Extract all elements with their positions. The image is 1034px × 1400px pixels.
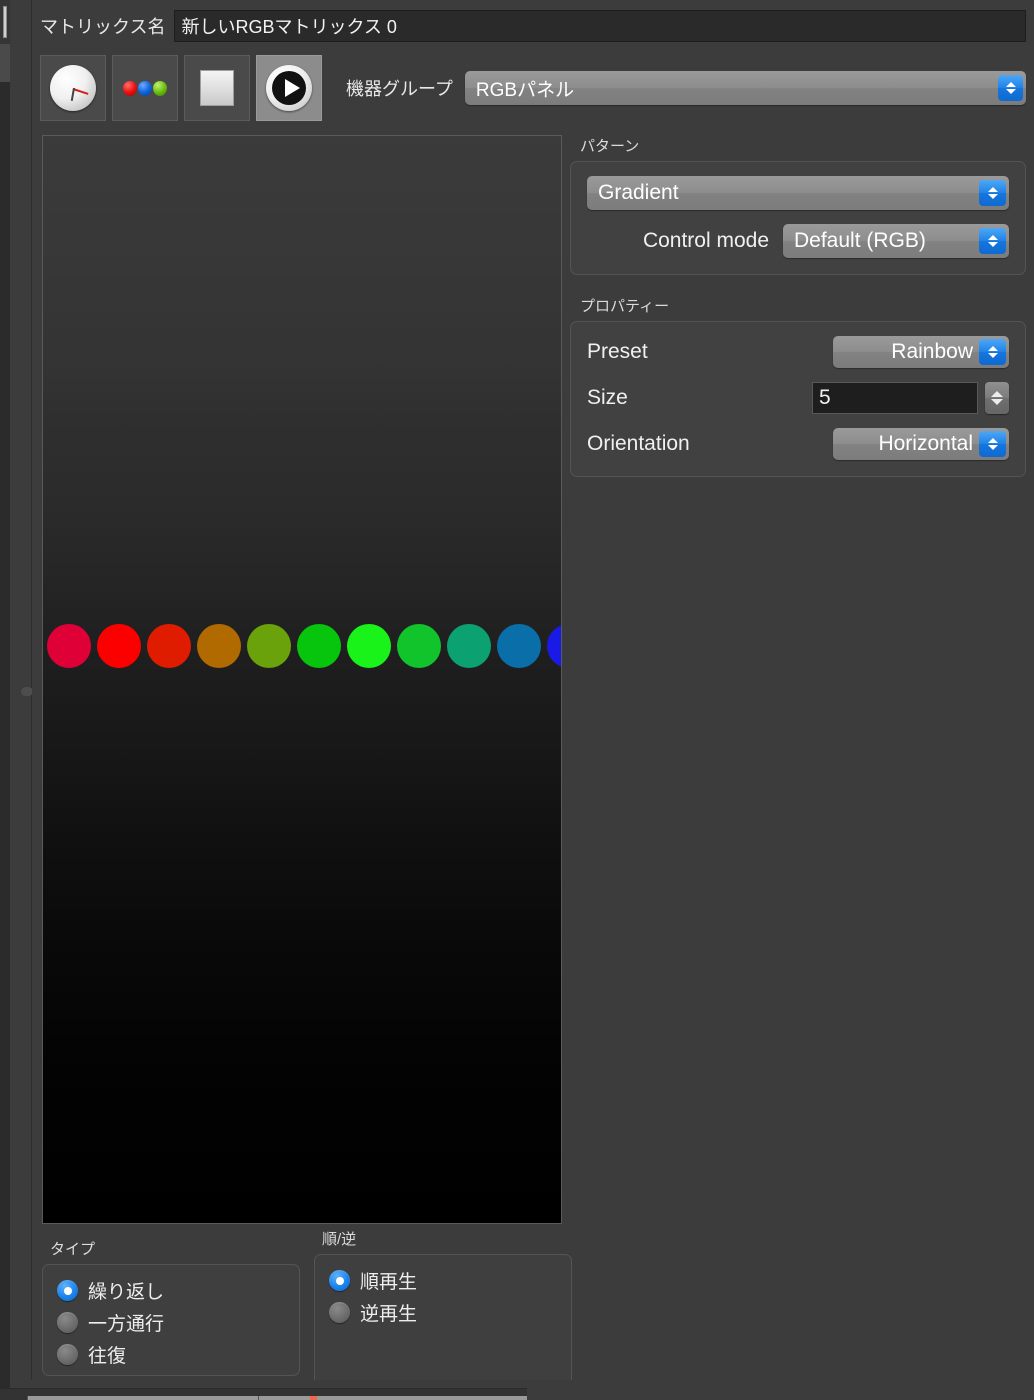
radio-indicator-icon <box>57 1280 78 1301</box>
stepper-down-icon[interactable] <box>991 399 1003 405</box>
clock-icon <box>50 65 96 111</box>
chevron-updown-icon <box>979 228 1006 254</box>
preview-dot <box>147 624 191 668</box>
timeline-divider <box>27 1396 28 1400</box>
orientation-select[interactable]: Horizontal <box>833 428 1009 460</box>
play-icon <box>266 65 312 111</box>
radio-indicator-icon <box>57 1312 78 1333</box>
preview-dot <box>397 624 441 668</box>
radio-type-single-shot[interactable]: 一方通行 <box>57 1309 285 1336</box>
preview-dot <box>347 624 391 668</box>
radio-label: 逆再生 <box>360 1304 418 1325</box>
properties-group-box: Preset Rainbow Size 5 Orientation Horizo… <box>570 321 1026 477</box>
type-group-box: 繰り返し 一方通行 往復 <box>42 1264 300 1376</box>
device-group-label: 機器グループ <box>346 79 453 99</box>
control-mode-label: Control mode <box>642 229 769 252</box>
preset-select[interactable]: Rainbow <box>833 336 1009 368</box>
bottom-timeline-strip <box>0 1380 1034 1400</box>
device-group-select[interactable]: RGBパネル <box>464 71 1026 105</box>
size-stepper[interactable] <box>985 382 1009 414</box>
radio-label: 往復 <box>88 1346 127 1367</box>
preview-dot <box>547 624 561 668</box>
control-mode-row: Control mode Default (RGB) <box>587 224 1009 258</box>
preview-dot <box>197 624 241 668</box>
pattern-group-title: パターン <box>580 138 640 155</box>
stop-square-icon <box>200 70 234 106</box>
editor-pane: マトリックス名 新しいRGBマトリックス 0 機器グループ RGBパネル パター… <box>32 0 1034 1400</box>
control-mode-value: Default (RGB) <box>794 229 926 252</box>
radio-direction-forward[interactable]: 順再生 <box>329 1267 557 1294</box>
matrix-editor-window: マトリックス名 新しいRGBマトリックス 0 機器グループ RGBパネル パター… <box>0 0 1034 1400</box>
radio-indicator-icon <box>329 1270 350 1291</box>
properties-group-title: プロパティー <box>580 298 670 315</box>
radio-direction-backward[interactable]: 逆再生 <box>329 1299 557 1326</box>
preview-dot <box>447 624 491 668</box>
orientation-label: Orientation <box>587 432 690 455</box>
radio-type-loop[interactable]: 繰り返し <box>57 1277 285 1304</box>
timeline-playhead-marker[interactable] <box>310 1396 317 1400</box>
sidebar-tab-stub[interactable] <box>3 6 7 38</box>
playback-options: タイプ 繰り返し 一方通行 往復 順/逆 順再生 逆再生 <box>42 1228 582 1392</box>
chevron-updown-icon <box>979 339 1006 365</box>
chevron-updown-icon <box>979 180 1006 206</box>
matrix-name-row: マトリックス名 新しいRGBマトリックス 0 <box>40 10 1026 42</box>
preview-dot-row <box>47 624 561 668</box>
pattern-group-box: Gradient Control mode Default (RGB) <box>570 161 1026 275</box>
matrix-name-label: マトリックス名 <box>40 17 166 37</box>
radio-indicator-icon <box>329 1302 350 1323</box>
settings-column: パターン Gradient Control mode Default (RGB) <box>570 135 1026 477</box>
radio-type-pingpong[interactable]: 往復 <box>57 1341 285 1368</box>
preview-dot <box>497 624 541 668</box>
rgb-balls-icon <box>122 65 168 111</box>
pattern-value: Gradient <box>598 181 679 204</box>
chevron-updown-icon <box>998 75 1023 101</box>
bottom-chrome-left <box>0 1380 10 1388</box>
preview-dot <box>97 624 141 668</box>
preset-value: Rainbow <box>891 340 973 363</box>
direction-group-box: 順再生 逆再生 <box>314 1254 572 1392</box>
control-mode-select[interactable]: Default (RGB) <box>783 224 1009 258</box>
size-control: 5 <box>812 382 1009 414</box>
direction-group: 順/逆 順再生 逆再生 <box>314 1228 572 1392</box>
timeline-divider <box>258 1396 259 1400</box>
fixture-colors-button[interactable] <box>112 55 178 121</box>
radio-label: 繰り返し <box>88 1282 165 1303</box>
type-group: タイプ 繰り返し 一方通行 往復 <box>42 1238 300 1376</box>
matrix-preview[interactable] <box>42 135 562 1224</box>
matrix-name-input[interactable]: 新しいRGBマトリックス 0 <box>174 10 1026 42</box>
radio-label: 順再生 <box>360 1272 418 1293</box>
pattern-row: Gradient <box>587 176 1009 210</box>
radio-indicator-icon <box>57 1344 78 1365</box>
window-left-chrome <box>0 0 10 1400</box>
pane-splitter[interactable] <box>10 0 33 1400</box>
chevron-updown-icon <box>979 431 1006 457</box>
speed-dials-button[interactable] <box>40 55 106 121</box>
preview-dot <box>297 624 341 668</box>
preview-dot <box>247 624 291 668</box>
device-group-value: RGBパネル <box>475 79 575 101</box>
chrome-segment-mid <box>0 44 10 82</box>
timeline-ruler[interactable] <box>27 1396 527 1400</box>
size-input[interactable]: 5 <box>812 382 978 414</box>
preset-label: Preset <box>587 340 648 363</box>
size-row: Size 5 <box>587 382 1009 414</box>
preview-dot <box>47 624 91 668</box>
stop-button[interactable] <box>184 55 250 121</box>
preset-row: Preset Rainbow <box>587 336 1009 368</box>
orientation-value: Horizontal <box>878 432 973 455</box>
stepper-up-icon[interactable] <box>991 391 1003 397</box>
type-group-title: タイプ <box>50 1241 96 1258</box>
editor-toolbar: 機器グループ RGBパネル <box>40 54 1026 122</box>
play-button[interactable] <box>256 55 322 121</box>
orientation-row: Orientation Horizontal <box>587 428 1009 460</box>
pattern-select[interactable]: Gradient <box>587 176 1009 210</box>
direction-group-title: 順/逆 <box>322 1231 357 1248</box>
radio-label: 一方通行 <box>88 1314 165 1335</box>
size-label: Size <box>587 386 628 409</box>
